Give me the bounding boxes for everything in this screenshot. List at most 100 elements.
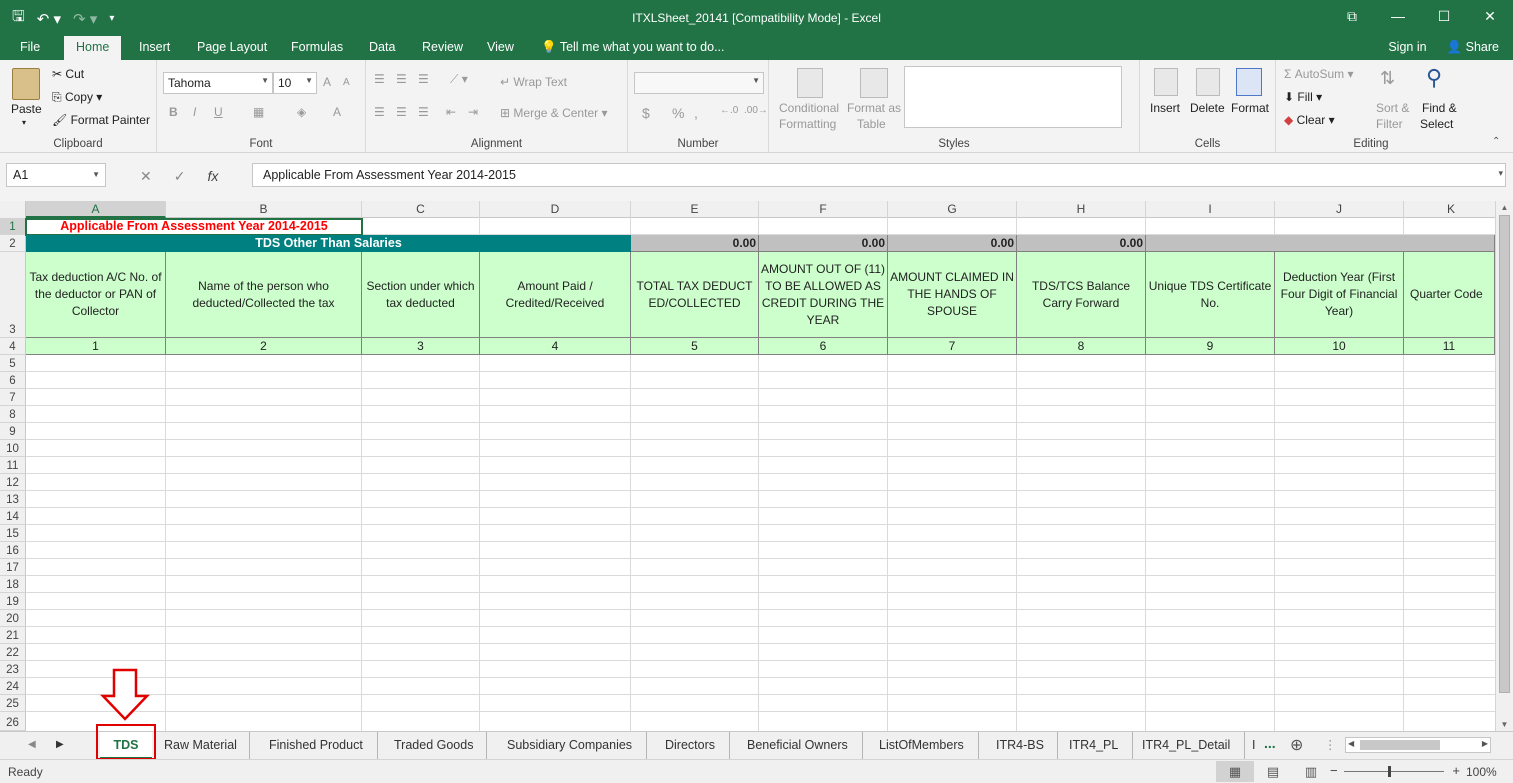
row-header[interactable]: 20 <box>0 610 26 627</box>
header-cell-a3[interactable]: Tax deduction A/C No. of the deductor or… <box>26 252 166 338</box>
decrease-indent-icon[interactable]: ⇤ <box>446 105 456 119</box>
header-cell-e3[interactable]: TOTAL TAX DEDUCTED/COLLECTED <box>631 252 759 338</box>
column-header-e[interactable]: E <box>631 201 759 218</box>
row-header[interactable]: 10 <box>0 440 26 457</box>
orientation-icon[interactable]: ⟋ ▾ <box>450 72 468 87</box>
horizontal-scrollbar[interactable]: ◀ ▶ <box>1345 737 1491 753</box>
align-left-icon[interactable]: ☰ <box>374 105 385 119</box>
tab-home[interactable]: Home <box>64 36 122 60</box>
new-sheet-icon[interactable]: ⊕ <box>1290 732 1303 759</box>
format-cells-button[interactable]: Format <box>1231 101 1269 115</box>
scroll-left-icon[interactable]: ◀ <box>1348 739 1354 748</box>
row-header[interactable]: 14 <box>0 508 26 525</box>
cell-i4[interactable]: 9 <box>1146 338 1275 355</box>
currency-button[interactable]: $ <box>642 105 650 121</box>
row-header[interactable]: 26 <box>0 712 26 731</box>
column-header-a[interactable]: A <box>26 201 166 218</box>
scroll-right-icon[interactable]: ▶ <box>1482 739 1488 748</box>
tab-view[interactable]: View <box>487 40 514 54</box>
font-name-select[interactable]: Tahoma ▼ <box>163 72 273 94</box>
format-as-table-button[interactable]: Format as <box>847 101 901 115</box>
column-header-k[interactable]: K <box>1404 201 1495 218</box>
middle-align-icon[interactable]: ☰ <box>396 72 407 86</box>
row-header[interactable]: 7 <box>0 389 26 406</box>
italic-button[interactable]: I <box>193 105 196 119</box>
sheet-tab-subsidiary-companies[interactable]: Subsidiary Companies <box>493 732 648 759</box>
row-header[interactable]: 8 <box>0 406 26 423</box>
paste-icon[interactable] <box>12 68 40 100</box>
row-header[interactable]: 23 <box>0 661 26 678</box>
normal-view-icon[interactable]: ▦ <box>1216 761 1254 782</box>
row-header[interactable]: 13 <box>0 491 26 508</box>
row-header[interactable]: 6 <box>0 372 26 389</box>
header-cell-g3[interactable]: AMOUNT CLAIMED IN THE HANDS OF SPOUSE <box>888 252 1017 338</box>
increase-decimal-icon[interactable]: ←.0 <box>720 105 738 116</box>
column-header-d[interactable]: D <box>480 201 631 218</box>
clear-button[interactable]: ◆ Clear ▾ <box>1284 113 1335 127</box>
scroll-up-icon[interactable]: ▲ <box>1496 203 1513 212</box>
bottom-align-icon[interactable]: ☰ <box>418 72 429 86</box>
sheet-tab-list-of-members[interactable]: ListOfMembers <box>865 732 979 759</box>
sheet-tab-finished-product[interactable]: Finished Product <box>255 732 378 759</box>
find-select-button[interactable]: Find & <box>1422 101 1457 115</box>
shrink-font-button[interactable]: A <box>343 77 350 88</box>
cell-b4[interactable]: 2 <box>166 338 362 355</box>
cancel-icon[interactable]: ✕ <box>140 168 152 185</box>
cell-c4[interactable]: 3 <box>362 338 480 355</box>
zoom-level[interactable]: 100% <box>1466 765 1497 779</box>
share-button[interactable]: 👤 Share <box>1447 40 1499 55</box>
prev-sheet-icon[interactable]: ◀ <box>28 739 36 750</box>
close-button[interactable]: ✕ <box>1467 0 1513 32</box>
column-header-b[interactable]: B <box>166 201 362 218</box>
copy-button[interactable]: ⎘ Copy ▾ <box>52 90 102 105</box>
percent-button[interactable]: % <box>672 105 684 121</box>
row-header[interactable]: 18 <box>0 576 26 593</box>
ribbon-display-options-icon[interactable]: ⧉ <box>1329 0 1375 32</box>
sheet-tab-itr4-pl[interactable]: ITR4_PL <box>1055 732 1134 759</box>
row-header[interactable]: 24 <box>0 678 26 695</box>
column-header-i[interactable]: I <box>1146 201 1275 218</box>
row-header[interactable]: 17 <box>0 559 26 576</box>
row-header[interactable]: 2 <box>0 235 26 252</box>
row-header[interactable]: 25 <box>0 695 26 712</box>
comma-button[interactable]: , <box>694 105 698 121</box>
sheet-tab-raw-material[interactable]: Raw Material <box>152 732 250 759</box>
cell-f2[interactable]: 0.00 <box>759 235 888 252</box>
header-cell-c3[interactable]: Section under which tax deducted <box>362 252 480 338</box>
sheet-tab-itr4-bs[interactable]: ITR4-BS <box>983 732 1058 759</box>
paste-dropdown-icon[interactable]: ▾ <box>22 118 26 127</box>
vertical-scroll-thumb[interactable] <box>1499 215 1510 693</box>
zoom-out-icon[interactable]: − <box>1330 763 1338 778</box>
tab-review[interactable]: Review <box>422 40 463 54</box>
sheet-tab-traded-goods[interactable]: Traded Goods <box>381 732 488 759</box>
row-header[interactable]: 16 <box>0 542 26 559</box>
row-header[interactable]: 11 <box>0 457 26 474</box>
insert-cells-button[interactable]: Insert <box>1150 101 1180 115</box>
horizontal-scroll-thumb[interactable] <box>1360 740 1440 750</box>
page-break-view-icon[interactable]: ▥ <box>1292 761 1330 782</box>
tell-me-search[interactable]: 💡 Tell me what you want to do... <box>541 40 725 55</box>
cell-styles-gallery[interactable] <box>904 66 1122 128</box>
formula-input[interactable]: Applicable From Assessment Year 2014-201… <box>252 163 1506 187</box>
tab-file[interactable]: File <box>20 40 40 54</box>
autosum-button[interactable]: Σ AutoSum ▾ <box>1284 67 1353 81</box>
top-align-icon[interactable]: ☰ <box>374 72 385 86</box>
select-all-corner[interactable] <box>0 201 26 218</box>
zoom-knob[interactable] <box>1388 766 1391 777</box>
cell-f4[interactable]: 6 <box>759 338 888 355</box>
row-header[interactable]: 3 <box>0 252 26 338</box>
font-size-select[interactable]: 10 ▼ <box>273 72 317 94</box>
cut-button[interactable]: ✂ Cut <box>52 67 84 81</box>
fill-color-icon[interactable]: ◈ <box>297 105 306 119</box>
column-header-c[interactable]: C <box>362 201 480 218</box>
page-layout-view-icon[interactable]: ▤ <box>1254 761 1292 782</box>
cell-j4[interactable]: 10 <box>1275 338 1404 355</box>
cell-d4[interactable]: 4 <box>480 338 631 355</box>
row-header[interactable]: 15 <box>0 525 26 542</box>
cell-h2[interactable]: 0.00 <box>1017 235 1146 252</box>
expand-formula-bar-icon[interactable]: ▾ <box>1498 168 1503 179</box>
cell-a4[interactable]: 1 <box>26 338 166 355</box>
underline-button[interactable]: U <box>214 105 223 119</box>
worksheet-grid[interactable]: A B C D E F G H I J K 1 2 3 4 5 6 7 8 9 … <box>0 201 1495 731</box>
column-header-f[interactable]: F <box>759 201 888 218</box>
